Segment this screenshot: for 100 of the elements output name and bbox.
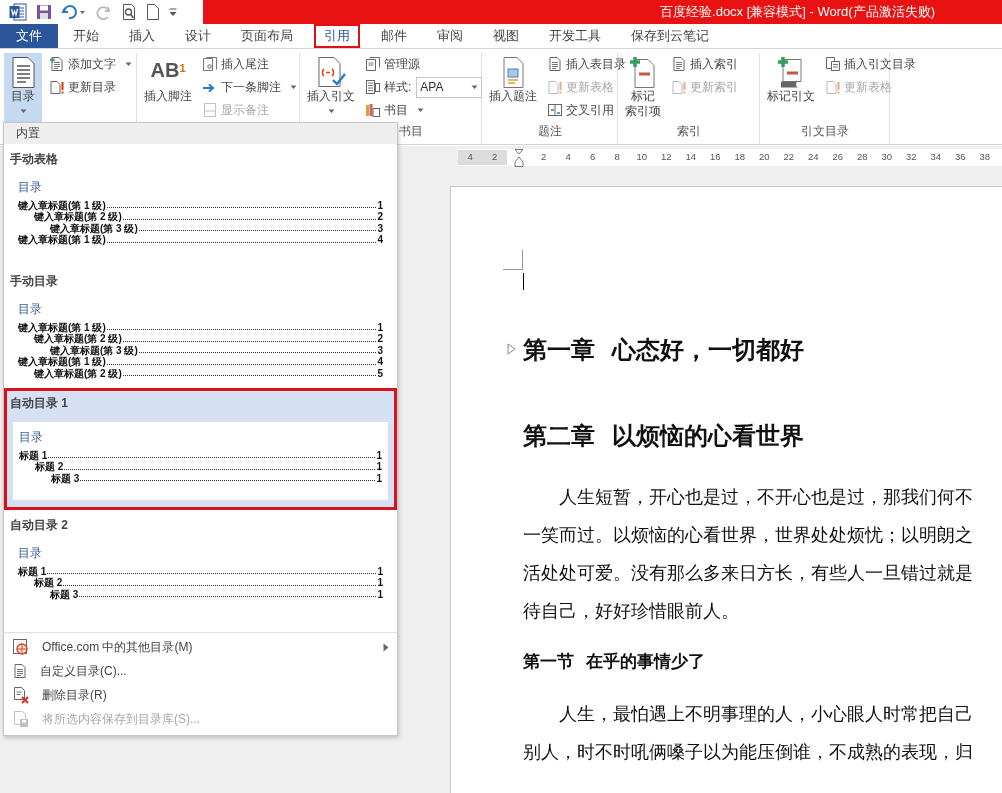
ribbon-button[interactable]: 插入引文目录 <box>823 53 918 75</box>
group-label: 书目 <box>398 124 423 138</box>
ribbon-button[interactable]: 管理源 <box>363 53 422 75</box>
ribbon-button[interactable]: 插入索引 <box>669 53 740 75</box>
toc-entry-title: 键入章标题(第 1 级) <box>18 356 106 368</box>
document-stack-icon <box>365 56 381 72</box>
ruler-number: 30 <box>880 150 894 165</box>
toc-page-number: 1 <box>376 472 382 485</box>
word-logo-icon <box>9 3 27 21</box>
gallery-item[interactable]: 手动目录 目录 键入章标题(第 1 级) 1 键入章标题(第 2 级) 2 键入章标题(第 3 级) 3 键入章标题(第 1 级) 4 键入章标题(第 2 级) 5 <box>4 265 397 388</box>
caret-icon <box>125 61 132 67</box>
ruler-number: 4 <box>458 150 483 165</box>
ribbon-button[interactable]: 交叉引用 <box>545 99 616 121</box>
ruler-number: 4 <box>564 150 572 165</box>
chapter-heading: 第一章 心态好，一切都好 <box>523 335 804 365</box>
ruler-number: 10 <box>635 150 649 165</box>
section-title: 内置 <box>16 125 40 143</box>
toc-page-number: 4 <box>377 234 383 246</box>
text-cursor <box>523 273 524 290</box>
ribbon-tab[interactable]: 引用 <box>314 24 360 48</box>
caret-icon <box>290 84 297 90</box>
body-paragraph: 人生短暂，开心也是过，不开心也是过，那我们何不 一笑而过。以烦恼的心看世界，世界处处烦忧；以明朗之 活处处可爱。没有那么多来日方长，有些人一旦错过就是 待自己，好好珍惜眼前人。 <box>523 485 973 623</box>
gallery-item-title: 手动目录 <box>9 272 59 290</box>
ribbon-button[interactable]: 更新目录 <box>47 76 118 98</box>
ruler-number: 26 <box>831 150 845 165</box>
gallery-item-title: 手动表格 <box>9 150 59 168</box>
gallery-item-title: 自动目录 1 <box>9 394 69 412</box>
gallery-item[interactable]: 自动目录 2 目录 标题 1 1 标题 2 1 标题 3 1 <box>4 510 397 632</box>
ruler-number: 24 <box>806 150 820 165</box>
toc-page-number: 3 <box>377 222 383 235</box>
ruler-number: 36 <box>953 150 967 165</box>
ribbon-tab[interactable]: 开始 <box>58 24 114 48</box>
ribbon-button[interactable]: 下一条脚注 <box>200 76 299 98</box>
body-paragraph: 人生，最怕遇上不明事理的人，小心眼人时常把自己 别人，时不时吼俩嗓子以为能压倒谁，不成熟的表现，归 <box>523 702 973 764</box>
ribbon-tab[interactable]: 审阅 <box>422 24 478 48</box>
caret-icon <box>327 109 335 114</box>
style-label: 样式: <box>384 79 412 96</box>
toc-page-number: 1 <box>376 449 382 462</box>
ribbon-button[interactable]: 插入表目录 <box>545 53 628 75</box>
toc-entry-title: 标题 3 <box>51 472 80 485</box>
menu-item[interactable]: Office.com 中的其他目录(M) <box>4 635 397 659</box>
toc-entry-title: 键入章标题(第 3 级) <box>50 222 138 235</box>
toc-preview-heading: 目录 <box>18 178 43 196</box>
gallery-item[interactable]: 自动目录 1 目录 标题 1 1 标题 2 1 标题 3 1 <box>4 387 397 510</box>
document-warning-icon <box>49 79 65 95</box>
toc-entry-title: 标题 1 <box>19 449 48 462</box>
ruler-number: 38 <box>978 150 992 165</box>
ribbon-button[interactable]: 添加文字 <box>47 53 134 75</box>
chapter-heading: 第二章 以烦恼的心看世界 <box>523 421 804 451</box>
ribbon-tab[interactable]: 设计 <box>170 24 226 48</box>
ribbon-tab[interactable]: 保存到云笔记 <box>616 24 724 48</box>
toc-entry-title: 标题 1 <box>18 566 47 578</box>
ribbon-large-button[interactable]: 目录 <box>4 53 42 122</box>
document-icon <box>12 663 28 679</box>
style-select[interactable]: APA <box>416 76 483 98</box>
ruler-number: 2 <box>540 150 548 165</box>
toc-entry-title: 键入章标题(第 2 级) <box>34 333 122 345</box>
save-document-icon <box>12 710 30 728</box>
section-heading: 第一节 在乎的事情少了 <box>523 650 705 673</box>
ribbon-tab[interactable]: 邮件 <box>366 24 422 48</box>
ribbon-tab[interactable]: 插入 <box>114 24 170 48</box>
delete-document-icon <box>12 686 30 704</box>
ribbon-large-button[interactable]: 插入题注 <box>486 53 540 122</box>
ruler-number: 28 <box>855 150 869 165</box>
ribbon-large-button[interactable]: 插入引文 <box>304 53 358 122</box>
ruler-number: 16 <box>708 150 722 165</box>
ribbon-tab[interactable]: 视图 <box>478 24 534 48</box>
customize-toolbar-icon <box>169 7 177 17</box>
caret-icon <box>471 84 479 90</box>
ribbon-tab[interactable]: 页面布局 <box>226 24 308 48</box>
menu-item[interactable]: 自定义目录(C)... <box>4 659 397 683</box>
books-icon <box>365 102 381 118</box>
menu-item[interactable]: 删除目录(R) <box>4 683 397 707</box>
ribbon-tab[interactable]: 开发工具 <box>534 24 616 48</box>
toc-page-number: 1 <box>377 566 383 578</box>
document-icon <box>671 56 687 72</box>
toc-page-number: 5 <box>377 367 383 380</box>
ruler-number: 8 <box>613 150 621 165</box>
file-tab[interactable]: 文件 <box>0 24 58 48</box>
ribbon-button[interactable]: 插入尾注 <box>200 53 271 75</box>
toc-page-number: 1 <box>377 577 383 589</box>
ribbon-button[interactable]: 书目 <box>363 99 426 121</box>
ribbon-large-button[interactable]: AB$^{1}$ 插入脚注 <box>141 53 195 122</box>
document-icon <box>202 102 218 118</box>
toc-page-number: 4 <box>377 356 383 368</box>
toc-entry-title: 标题 2 <box>35 461 64 473</box>
document-plus-icon <box>49 56 65 72</box>
document-icon <box>547 56 563 72</box>
toc-page-number: 1 <box>376 461 382 473</box>
ruler-number: 2 <box>482 150 507 165</box>
ribbon-large-button[interactable]: 标记引文 <box>764 53 818 122</box>
cross-reference-icon <box>547 102 563 118</box>
ruler-number: 32 <box>904 150 918 165</box>
ruler-number: 12 <box>659 150 673 165</box>
toc-page-number: 1 <box>377 321 383 334</box>
stacked-pages-icon <box>202 56 218 72</box>
margin-corner-mark <box>503 250 523 270</box>
ruler-number: 34 <box>929 150 943 165</box>
gallery-item[interactable]: 手动表格 目录 键入章标题(第 1 级) 1 键入章标题(第 2 级) 2 键入章标题(第 3 级) 3 键入章标题(第 1 级) 4 <box>4 143 397 266</box>
toc-page-number: 2 <box>377 333 383 345</box>
